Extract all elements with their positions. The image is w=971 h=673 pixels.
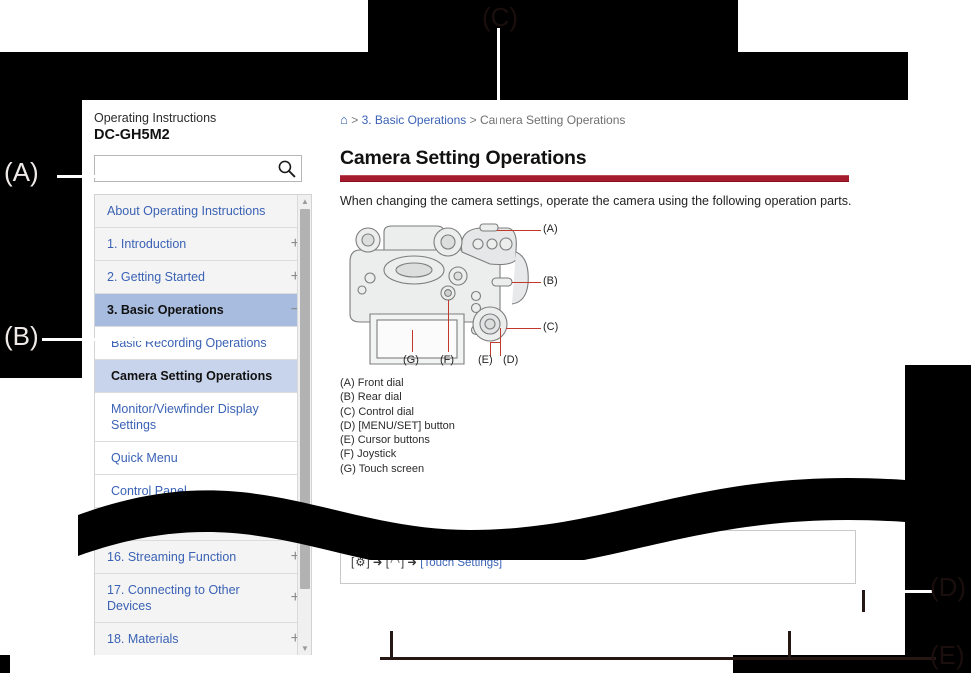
help-page: Panasonic® Operating Instructions DC-GH5… [82, 52, 905, 655]
intro-paragraph: When changing the camera settings, opera… [340, 194, 852, 208]
sidebar-item-camera-setting-operations[interactable]: Camera Setting Operations [95, 360, 311, 393]
breadcrumb-separator: > [469, 113, 477, 127]
scroll-down-icon[interactable]: ▼ [300, 644, 310, 654]
sidebar-item-label: About Operating Instructions [107, 204, 266, 218]
annotation-leader-a [57, 175, 207, 178]
legend-item: (B) Rear dial [340, 391, 402, 404]
sidebar-item-about[interactable]: About Operating Instructions [95, 195, 311, 228]
legend-item: (D) [MENU/SET] button [340, 419, 455, 432]
home-icon[interactable]: ⌂ [340, 112, 348, 127]
page-title: Camera Setting Operations [340, 147, 587, 169]
overlay-mask-header-band [0, 52, 908, 100]
sidebar-item-getting-started[interactable]: 2. Getting Started + [95, 261, 311, 294]
sidebar-item-label: 3. Basic Operations [107, 303, 224, 317]
figure-label-c: (C) [543, 321, 559, 333]
figure-label-g: (G) [403, 354, 419, 366]
annotation-label-d: (D) [930, 572, 967, 602]
breadcrumb-current: Camera Setting Operations [479, 113, 626, 127]
sidebar-item-label: Quick Menu [111, 451, 178, 465]
legend-item: (F) Joystick [340, 448, 397, 461]
figure-label-b: (B) [543, 275, 558, 287]
breadcrumb-link-basic-operations[interactable]: 3. Basic Operations [362, 113, 467, 127]
figure-legend: (A) Front dial (B) Rear dial (C) Control… [340, 376, 885, 476]
legend-item: (A) Front dial [340, 377, 404, 389]
operating-instructions-label: Operating Instructions [94, 111, 217, 125]
sidebar-item-materials[interactable]: 18. Materials + [95, 623, 311, 655]
sidebar-item-basic-recording-operations[interactable]: Basic Recording Operations [95, 327, 311, 360]
camera-diagram: (A) (B) (C) (D) (E) (F) (G) [340, 218, 588, 370]
figure-label-e: (E) [478, 354, 493, 366]
annotation-leader-b [42, 338, 162, 341]
camera-illustration [349, 223, 529, 365]
legend-item: (C) Control dial [340, 405, 414, 418]
figure-label-f: (F) [440, 354, 455, 366]
sidebar-nav: About Operating Instructions 1. Introduc… [94, 194, 312, 655]
sidebar-item-label: 2. Getting Started [107, 270, 205, 284]
breadcrumb: ⌂ > 3. Basic Operations > Camera Setting… [340, 112, 885, 128]
title-underline-rule [340, 175, 849, 182]
sidebar-item-label: 18. Materials [107, 632, 179, 646]
annotation-label-c: (C) [482, 2, 519, 32]
sidebar-item-label: Camera Setting Operations [111, 369, 273, 383]
annotation-leader-d [862, 590, 934, 593]
annotation-label-a: (A) [4, 157, 39, 187]
figure-label-d: (D) [503, 354, 519, 366]
annotation-label-e: (E) [930, 640, 965, 670]
sidebar-item-basic-operations[interactable]: 3. Basic Operations − [95, 294, 311, 327]
sidebar-item-introduction[interactable]: 1. Introduction + [95, 228, 311, 261]
sidebar-item-connecting-to-other-devices[interactable]: 17. Connecting to Other Devices + [95, 574, 311, 623]
annotation-leader-e [380, 657, 936, 660]
legend-item: (E) Cursor buttons [340, 434, 430, 447]
sidebar-item-label: 1. Introduction [107, 237, 187, 251]
search-input[interactable] [99, 156, 275, 183]
model-number-label: DC-GH5M2 [94, 127, 170, 143]
main-content: ⌂ > 3. Basic Operations > Camera Setting… [340, 112, 885, 476]
annotation-leader-c [497, 28, 500, 129]
sidebar-scrollbar[interactable]: ▲ ▼ [297, 195, 311, 655]
sidebar: Operating Instructions DC-GH5M2 About Op… [94, 110, 324, 655]
overlay-mask-top [368, 0, 738, 52]
sidebar-item-label: 17. Connecting to Other Devices [107, 583, 240, 613]
annotation-leader-d-stem [862, 590, 865, 612]
sidebar-item-monitor-viewfinder-display-settings[interactable]: Monitor/Viewfinder Display Settings [95, 393, 311, 442]
annotation-label-b: (B) [4, 321, 39, 351]
overlay-mask-bottom-left [0, 655, 10, 673]
annotation-leader-e-stem-left [390, 631, 393, 659]
overlay-mask-wave [78, 478, 905, 560]
search-icon[interactable] [277, 159, 296, 178]
figure-label-a: (A) [543, 223, 558, 235]
sidebar-item-label: Monitor/Viewfinder Display Settings [111, 402, 259, 432]
scroll-up-icon[interactable]: ▲ [300, 197, 310, 207]
annotation-leader-e-stem-right [788, 631, 791, 659]
breadcrumb-separator: > [351, 113, 359, 127]
